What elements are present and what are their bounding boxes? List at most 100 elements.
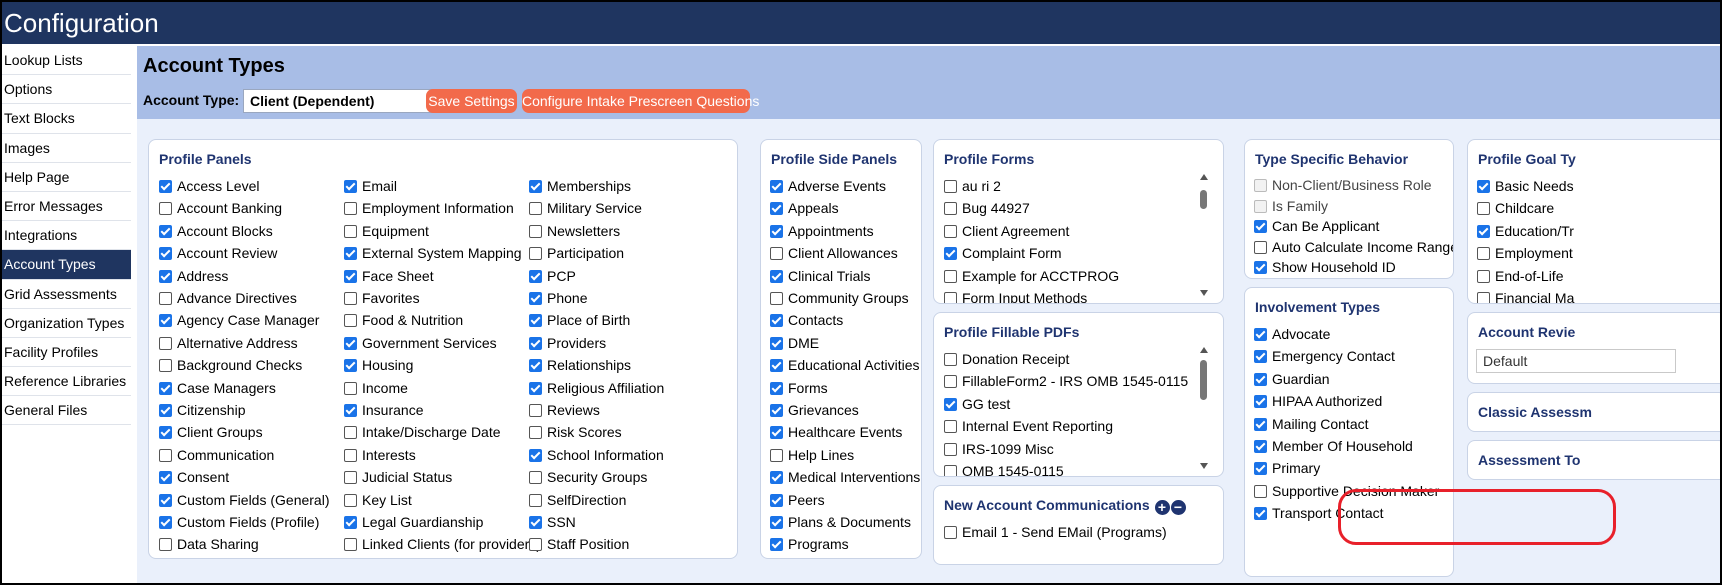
checkbox-linked-clients-for-providers[interactable]: Linked Clients (for providers)	[344, 534, 541, 554]
checkbox-email[interactable]: Email	[344, 176, 397, 196]
checkbox-unchecked-icon[interactable]	[1477, 247, 1490, 261]
checkbox-memberships[interactable]: Memberships	[529, 176, 631, 196]
checkbox-checked-icon[interactable]	[344, 269, 357, 283]
checkbox-favorites[interactable]: Favorites	[344, 288, 420, 308]
sidebar-item-account-types[interactable]: Account Types	[2, 250, 131, 280]
checkbox-guardian[interactable]: Guardian	[1254, 369, 1330, 389]
checkbox-checked-icon[interactable]	[770, 224, 783, 238]
scroll-down-icon[interactable]	[1200, 463, 1208, 469]
checkbox-unchecked-icon[interactable]	[944, 353, 957, 366]
sidebar-item-integrations[interactable]: Integrations	[2, 221, 131, 251]
checkbox-medical-interventions[interactable]: Medical Interventions	[770, 467, 920, 487]
checkbox-equipment[interactable]: Equipment	[344, 221, 429, 241]
checkbox-appeals[interactable]: Appeals	[770, 198, 839, 218]
checkbox-unchecked-icon[interactable]	[159, 538, 172, 552]
checkbox-can-be-applicant[interactable]: Can Be Applicant	[1254, 216, 1379, 236]
checkbox-citizenship[interactable]: Citizenship	[159, 400, 245, 420]
checkbox-educational-activities[interactable]: Educational Activities	[770, 355, 920, 375]
checkbox-unchecked-icon[interactable]	[944, 224, 957, 238]
sidebar-item-error-messages[interactable]: Error Messages	[2, 192, 131, 222]
checkbox-checked-icon[interactable]	[529, 269, 542, 283]
checkbox-email-1-send-email-programs[interactable]: Email 1 - Send EMail (Programs)	[944, 522, 1167, 542]
checkbox-face-sheet[interactable]: Face Sheet	[344, 266, 434, 286]
checkbox-participation[interactable]: Participation	[529, 243, 624, 263]
checkbox-newsletters[interactable]: Newsletters	[529, 221, 620, 241]
sidebar-item-reference-libraries[interactable]: Reference Libraries	[2, 367, 131, 397]
checkbox-checked-icon[interactable]	[159, 404, 172, 417]
sidebar-item-text-blocks[interactable]: Text Blocks	[2, 104, 131, 134]
checkbox-external-system-mapping[interactable]: External System Mapping	[344, 243, 522, 263]
checkbox-dme[interactable]: DME	[770, 333, 819, 353]
checkbox-checked-icon[interactable]	[1254, 395, 1267, 409]
checkbox-account-banking[interactable]: Account Banking	[159, 198, 282, 218]
checkbox-school-information[interactable]: School Information	[529, 445, 664, 465]
checkbox-case-managers[interactable]: Case Managers	[159, 378, 276, 398]
checkbox-checked-icon[interactable]	[529, 292, 542, 305]
checkbox-relationships[interactable]: Relationships	[529, 355, 631, 375]
checkbox-clinical-trials[interactable]: Clinical Trials	[770, 266, 870, 286]
checkbox-omb-1545-0115[interactable]: OMB 1545-0115	[944, 461, 1064, 476]
checkbox-member-of-household[interactable]: Member Of Household	[1254, 436, 1413, 456]
sidebar-item-help-page[interactable]: Help Page	[2, 163, 131, 192]
checkbox-basic-needs[interactable]: Basic Needs	[1477, 176, 1574, 196]
checkbox-checked-icon[interactable]	[1254, 507, 1267, 521]
checkbox-agency-case-manager[interactable]: Agency Case Manager	[159, 310, 319, 330]
checkbox-checked-icon[interactable]	[770, 269, 783, 283]
checkbox-religious-affiliation[interactable]: Religious Affiliation	[529, 378, 664, 398]
checkbox-contacts[interactable]: Contacts	[770, 310, 843, 330]
checkbox-peers[interactable]: Peers	[770, 490, 825, 510]
checkbox-unchecked-icon[interactable]	[529, 404, 542, 417]
checkbox-communication[interactable]: Communication	[159, 445, 274, 465]
checkbox-alternative-address[interactable]: Alternative Address	[159, 333, 298, 353]
checkbox-example-for-acctprog[interactable]: Example for ACCTPROG	[944, 266, 1119, 286]
checkbox-community-groups[interactable]: Community Groups	[770, 288, 909, 308]
checkbox-checked-icon[interactable]	[770, 202, 783, 216]
checkbox-background-checks[interactable]: Background Checks	[159, 355, 302, 375]
checkbox-hipaa-authorized[interactable]: HIPAA Authorized	[1254, 391, 1382, 411]
checkbox-checked-icon[interactable]	[344, 404, 357, 417]
checkbox-unchecked-icon[interactable]	[944, 202, 957, 216]
checkbox-unchecked-icon[interactable]	[529, 426, 542, 440]
checkbox-show-household-id[interactable]: Show Household ID	[1254, 257, 1396, 277]
checkbox-employment-information[interactable]: Employment Information	[344, 198, 514, 218]
checkbox-reviews[interactable]: Reviews	[529, 400, 600, 420]
checkbox-unchecked-icon[interactable]	[1477, 292, 1490, 303]
checkbox-client-allowances[interactable]: Client Allowances	[770, 243, 898, 263]
checkbox-key-list[interactable]: Key List	[344, 490, 412, 510]
checkbox-checked-icon[interactable]	[1254, 440, 1267, 453]
checkbox-unchecked-icon[interactable]	[344, 493, 357, 507]
checkbox-donation-receipt[interactable]: Donation Receipt	[944, 349, 1069, 369]
checkbox-emergency-contact[interactable]: Emergency Contact	[1254, 346, 1395, 366]
checkbox-legal-guardianship[interactable]: Legal Guardianship	[344, 512, 483, 532]
checkbox-checked-icon[interactable]	[1477, 224, 1490, 238]
checkbox-client-agreement[interactable]: Client Agreement	[944, 221, 1069, 241]
checkbox-checked-icon[interactable]	[529, 359, 542, 373]
checkbox-checked-icon[interactable]	[159, 269, 172, 283]
plus-icon[interactable]: +	[1154, 500, 1170, 515]
checkbox-checked-icon[interactable]	[1477, 180, 1490, 193]
checkbox-unchecked-icon[interactable]	[159, 202, 172, 216]
checkbox-checked-icon[interactable]	[529, 516, 542, 529]
checkbox-unchecked-icon[interactable]	[529, 538, 542, 552]
checkbox-checked-icon[interactable]	[770, 493, 783, 507]
checkbox-irs-1099-misc[interactable]: IRS-1099 Misc	[944, 439, 1054, 459]
checkbox-checked-icon[interactable]	[1254, 328, 1267, 341]
checkbox-unchecked-icon[interactable]	[344, 202, 357, 216]
checkbox-grievances[interactable]: Grievances	[770, 400, 859, 420]
checkbox-forms[interactable]: Forms	[770, 378, 828, 398]
checkbox-unchecked-icon[interactable]	[529, 471, 542, 485]
checkbox-unchecked-icon[interactable]	[1254, 240, 1267, 254]
checkbox-place-of-birth[interactable]: Place of Birth	[529, 310, 630, 330]
checkbox-unchecked-icon[interactable]	[944, 442, 957, 456]
checkbox-bug-44927[interactable]: Bug 44927	[944, 198, 1030, 218]
sidebar-item-lookup-lists[interactable]: Lookup Lists	[2, 46, 131, 76]
checkbox-unchecked-icon[interactable]	[770, 448, 783, 462]
checkbox-account-blocks[interactable]: Account Blocks	[159, 221, 273, 241]
checkbox-military-service[interactable]: Military Service	[529, 198, 642, 218]
sidebar-item-grid-assessments[interactable]: Grid Assessments	[2, 280, 131, 309]
checkbox-auto-calculate-income-range[interactable]: Auto Calculate Income Range	[1254, 237, 1453, 257]
sidebar-item-general-files[interactable]: General Files	[2, 396, 131, 426]
checkbox-checked-icon[interactable]	[344, 180, 357, 193]
checkbox-checked-icon[interactable]	[529, 180, 542, 193]
checkbox-unchecked-icon[interactable]	[944, 180, 957, 193]
